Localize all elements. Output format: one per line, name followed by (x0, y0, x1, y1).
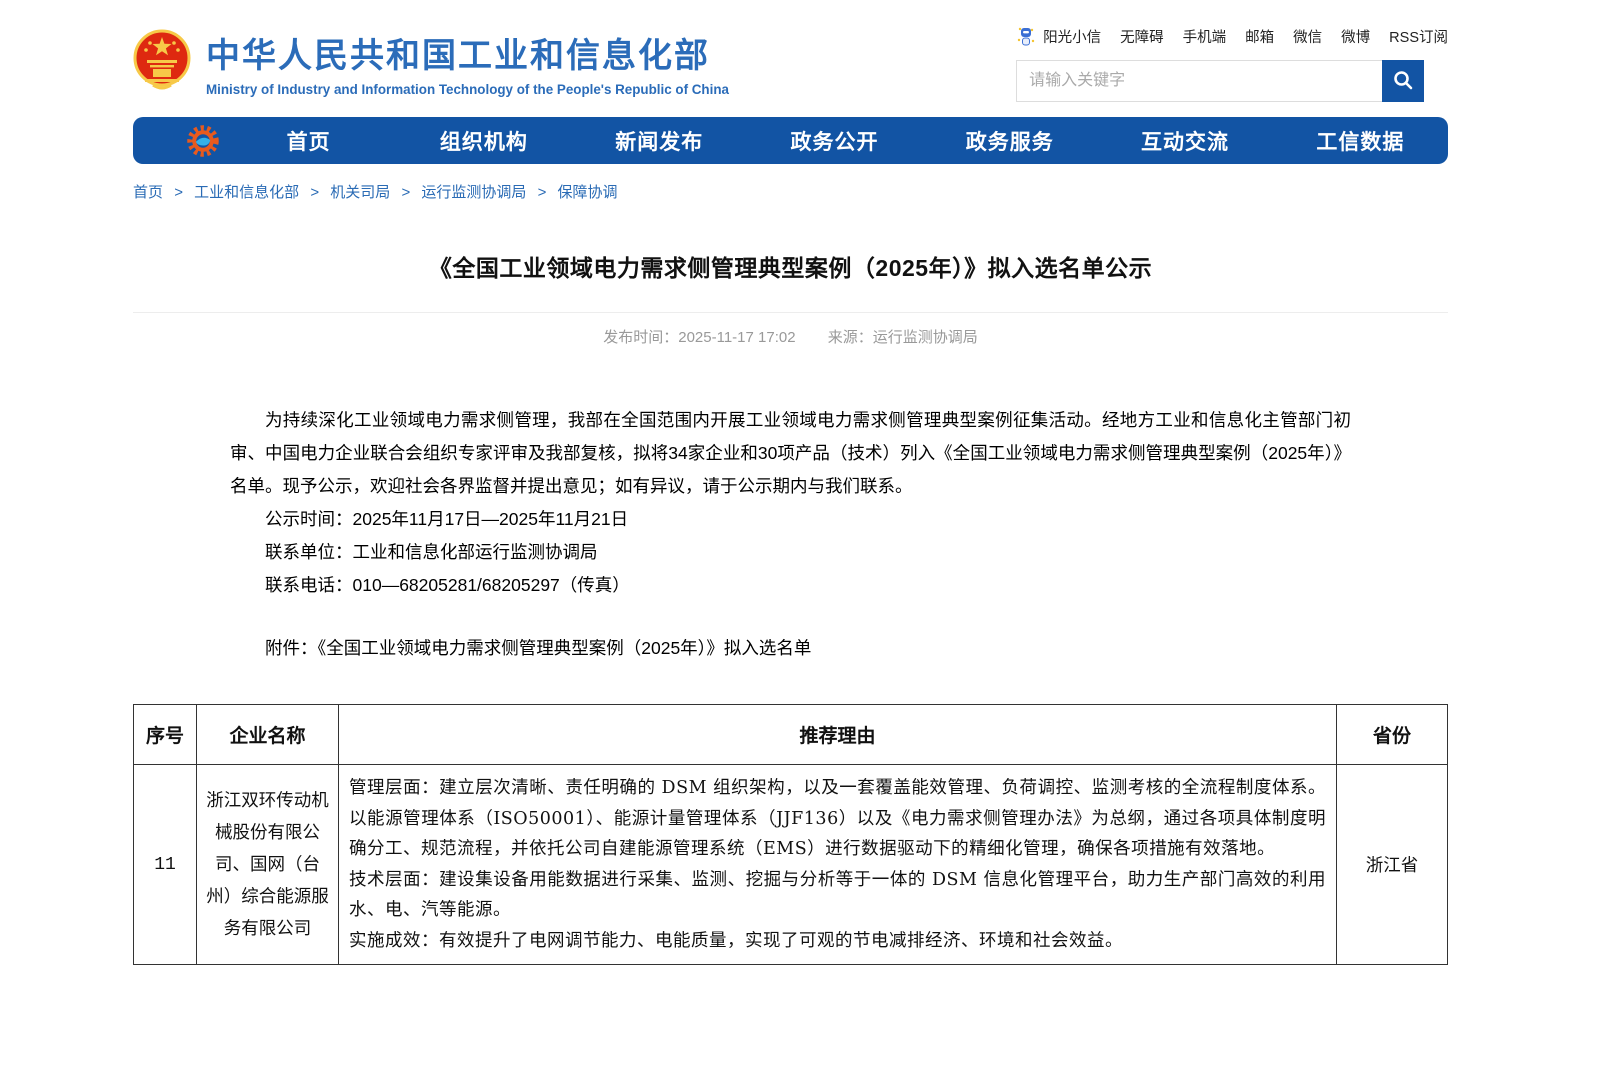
table-header-row: 序号 企业名称 推荐理由 省份 (134, 705, 1448, 765)
page-container: 中华人民共和国工业和信息化部 Ministry of Industry and … (133, 0, 1448, 965)
nav-item-interaction[interactable]: 互动交流 (1097, 126, 1272, 156)
publish-source: 来源：运行监测协调局 (828, 329, 978, 346)
search-bar (1016, 60, 1424, 102)
recommendation-reason: 管理层面：建立层次清晰、责任明确的 DSM 组织架构，以及一套覆盖能效管理、负荷… (339, 765, 1337, 965)
utility-link-rss[interactable]: RSS订阅 (1389, 26, 1448, 47)
contact-info: 公示时间：2025年11月17日—2025年11月21日 联系单位：工业和信息化… (230, 503, 1351, 602)
breadcrumb-departments[interactable]: 机关司局 (330, 184, 390, 201)
breadcrumb-home[interactable]: 首页 (133, 184, 163, 201)
utility-link-wechat[interactable]: 微信 (1293, 26, 1322, 47)
nav-item-gov-services[interactable]: 政务服务 (922, 126, 1097, 156)
company-name: 浙江双环传动机械股份有限公司、国网（台州）综合能源服务有限公司 (197, 765, 339, 965)
province: 浙江省 (1337, 765, 1448, 965)
breadcrumb-support[interactable]: 保障协调 (558, 184, 618, 201)
breadcrumb-operation-bureau[interactable]: 运行监测协调局 (421, 184, 526, 201)
site-brand[interactable]: 中华人民共和国工业和信息化部 Ministry of Industry and … (133, 22, 729, 102)
column-header-company: 企业名称 (197, 705, 339, 765)
search-button[interactable] (1382, 60, 1424, 102)
title-divider (133, 312, 1448, 313)
utility-link-sunshine[interactable]: 阳光小信 (1043, 26, 1101, 47)
nav-item-miit-data[interactable]: 工信数据 (1273, 126, 1448, 156)
breadcrumb-separator: > (174, 184, 183, 201)
publish-time: 发布时间：2025-11-17 17:02 (603, 329, 795, 346)
publish-info: 发布时间：2025-11-17 17:02 来源：运行监测协调局 (133, 326, 1448, 347)
robot-mascot-icon (1016, 25, 1036, 47)
announcement-period: 公示时间：2025年11月17日—2025年11月21日 (230, 503, 1351, 536)
national-emblem-icon (133, 27, 191, 98)
reason-results: 实施成效：有效提升了电网调节能力、电能质量，实现了可观的节电减排经济、环境和社会… (349, 926, 1326, 957)
site-title: 中华人民共和国工业和信息化部 (206, 28, 729, 77)
breadcrumb: 首页 > 工业和信息化部 > 机关司局 > 运行监测协调局 > 保障协调 (133, 181, 1448, 202)
nav-item-organization[interactable]: 组织机构 (396, 126, 571, 156)
column-header-province: 省份 (1337, 705, 1448, 765)
site-title-block: 中华人民共和国工业和信息化部 Ministry of Industry and … (206, 28, 729, 97)
nav-item-home[interactable]: 首页 (221, 126, 396, 156)
reason-management: 管理层面：建立层次清晰、责任明确的 DSM 组织架构，以及一套覆盖能效管理、负荷… (349, 773, 1326, 865)
breadcrumb-separator: > (538, 184, 547, 201)
utility-link-mail[interactable]: 邮箱 (1245, 26, 1274, 47)
table-row: 11 浙江双环传动机械股份有限公司、国网（台州）综合能源服务有限公司 管理层面：… (134, 765, 1448, 965)
contact-unit: 联系单位：工业和信息化部运行监测协调局 (230, 536, 1351, 569)
article-paragraph: 为持续深化工业领域电力需求侧管理，我部在全国范围内开展工业领域电力需求侧管理典型… (230, 404, 1351, 503)
reason-technology: 技术层面：建设集设备用能数据进行采集、监测、挖掘与分析等于一体的 DSM 信息化… (349, 865, 1326, 926)
breadcrumb-separator: > (310, 184, 319, 201)
breadcrumb-miit[interactable]: 工业和信息化部 (194, 184, 299, 201)
attachment-line: 附件：《全国工业领域电力需求侧管理典型案例（2025年）》拟入选名单 (230, 635, 1351, 660)
contact-phone: 联系电话：010—68205281/68205297（传真） (230, 569, 1351, 602)
utility-link-weibo[interactable]: 微博 (1341, 26, 1370, 47)
page-title: 《全国工业领域电力需求侧管理典型案例（2025年）》拟入选名单公示 (133, 249, 1448, 283)
utility-link-accessibility[interactable]: 无障碍 (1120, 26, 1164, 47)
column-header-reason: 推荐理由 (339, 705, 1337, 765)
header-tools: 阳光小信 无障碍 手机端 邮箱 微信 微博 RSS订阅 (1016, 22, 1448, 102)
search-icon (1392, 69, 1414, 94)
site-header: 中华人民共和国工业和信息化部 Ministry of Industry and … (133, 0, 1448, 102)
candidate-list-table: 序号 企业名称 推荐理由 省份 11 浙江双环传动机械股份有限公司、国网（台州）… (133, 704, 1448, 965)
gear-logo-icon (185, 123, 221, 159)
main-nav: 首页 组织机构 新闻发布 政务公开 政务服务 互动交流 工信数据 (133, 117, 1448, 164)
utility-link-mobile[interactable]: 手机端 (1183, 26, 1227, 47)
row-number: 11 (134, 765, 197, 965)
utility-links: 阳光小信 无障碍 手机端 邮箱 微信 微博 RSS订阅 (1016, 25, 1448, 47)
nav-item-news[interactable]: 新闻发布 (572, 126, 747, 156)
search-input[interactable] (1016, 60, 1382, 102)
column-header-no: 序号 (134, 705, 197, 765)
breadcrumb-separator: > (401, 184, 410, 201)
nav-item-gov-disclosure[interactable]: 政务公开 (747, 126, 922, 156)
site-title-english: Ministry of Industry and Information Tec… (206, 82, 729, 97)
